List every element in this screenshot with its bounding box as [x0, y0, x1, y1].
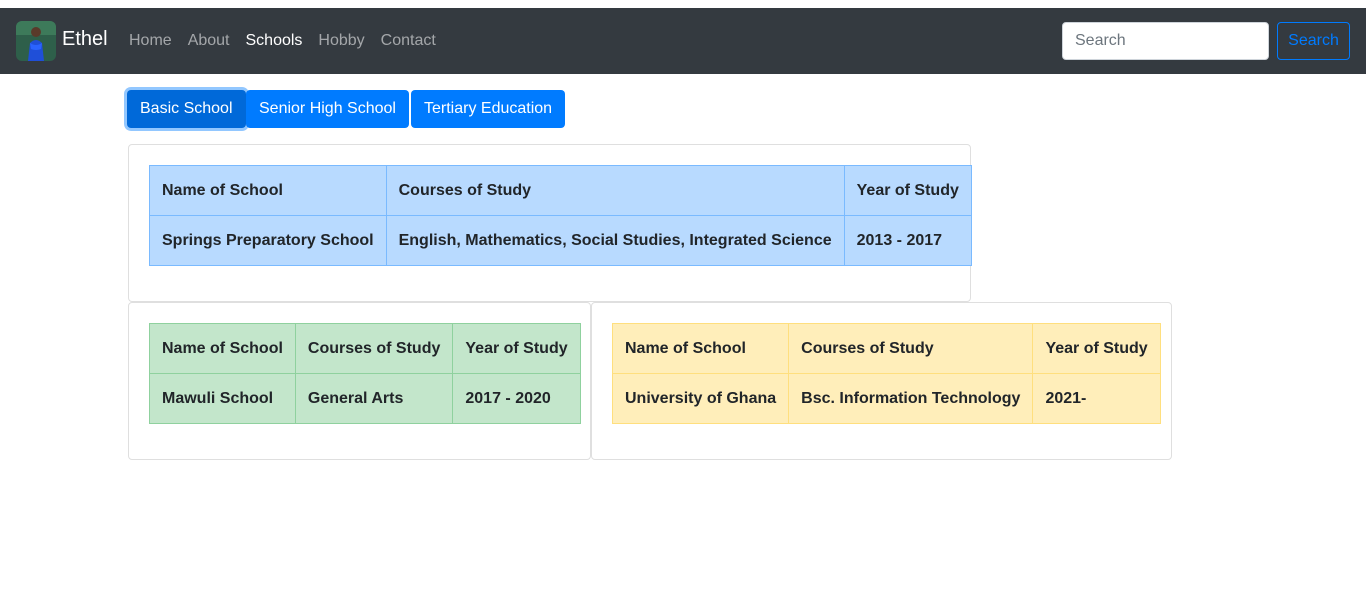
- cell-courses: English, Mathematics, Social Studies, In…: [385, 215, 845, 266]
- nav-menu: Home About Schools Hobby Contact: [121, 30, 444, 52]
- basic-school-table: Name of School Courses of Study Year of …: [149, 165, 972, 266]
- search-input[interactable]: [1062, 22, 1269, 60]
- basic-school-card: Name of School Courses of Study Year of …: [128, 144, 972, 302]
- cell-years: 2013 - 2017: [843, 215, 972, 266]
- header-courses-of-study: Courses of Study: [788, 323, 1034, 374]
- cell-school-name: Mawuli School: [149, 373, 296, 424]
- table-header-row: Name of School Courses of Study Year of …: [611, 323, 1161, 374]
- header-year-of-study: Year of Study: [843, 165, 972, 216]
- tab-senior-high-school[interactable]: Senior High School: [246, 90, 409, 128]
- search-button[interactable]: Search: [1277, 22, 1350, 60]
- header-courses-of-study: Courses of Study: [294, 323, 454, 374]
- nav-link-home[interactable]: Home: [121, 30, 180, 52]
- header-name-of-school: Name of School: [149, 323, 296, 374]
- table-row: University of Ghana Bsc. Information Tec…: [611, 373, 1161, 424]
- table-row: Mawuli School General Arts 2017 - 2020: [149, 373, 581, 424]
- cell-years: 2017 - 2020: [452, 373, 581, 424]
- header-name-of-school: Name of School: [149, 165, 387, 216]
- table-header-row: Name of School Courses of Study Year of …: [149, 165, 972, 216]
- navbar: Ethel Home About Schools Hobby Contact S…: [0, 8, 1366, 74]
- tertiary-education-table: Name of School Courses of Study Year of …: [611, 323, 1161, 424]
- header-year-of-study: Year of Study: [452, 323, 581, 374]
- cell-courses: General Arts: [294, 373, 454, 424]
- senior-high-school-card: Name of School Courses of Study Year of …: [128, 302, 591, 460]
- tab-tertiary-education[interactable]: Tertiary Education: [411, 90, 566, 128]
- nav-link-contact[interactable]: Contact: [373, 30, 444, 52]
- cell-courses: Bsc. Information Technology: [788, 373, 1034, 424]
- tab-basic-school[interactable]: Basic School: [127, 90, 246, 128]
- cell-school-name: University of Ghana: [611, 373, 790, 424]
- header-courses-of-study: Courses of Study: [385, 165, 845, 216]
- cell-years: 2021-: [1032, 373, 1161, 424]
- table-header-row: Name of School Courses of Study Year of …: [149, 323, 581, 374]
- tertiary-education-card: Name of School Courses of Study Year of …: [591, 302, 1172, 460]
- table-row: Springs Preparatory School English, Math…: [149, 215, 972, 266]
- nav-link-hobby[interactable]: Hobby: [310, 30, 372, 52]
- top-strip: [0, 0, 1366, 8]
- nav-link-about[interactable]: About: [180, 30, 238, 52]
- brand-name: Ethel: [62, 28, 108, 50]
- nav-link-schools[interactable]: Schools: [238, 30, 311, 52]
- avatar: [16, 21, 56, 61]
- brand[interactable]: Ethel: [16, 21, 108, 61]
- cell-school-name: Springs Preparatory School: [149, 215, 387, 266]
- senior-high-school-table: Name of School Courses of Study Year of …: [149, 323, 581, 424]
- header-name-of-school: Name of School: [611, 323, 790, 374]
- header-year-of-study: Year of Study: [1032, 323, 1161, 374]
